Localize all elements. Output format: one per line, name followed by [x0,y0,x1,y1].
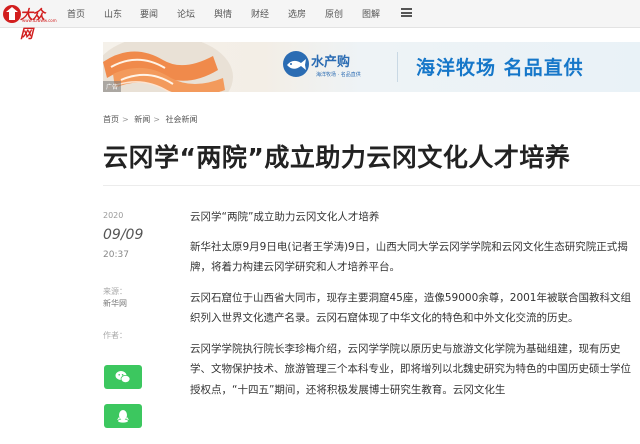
article-paragraph: 云冈石窟位于山西省大同市，现存主要洞窟45座，造像59000余尊，2001年被联… [190,291,631,325]
breadcrumb-separator: > [153,115,160,124]
breadcrumb: 首页 > 新闻 > 社会新闻 [103,114,201,125]
logo-icon [3,5,21,23]
nav-housing[interactable]: 选房 [288,7,306,20]
nav-forum[interactable]: 论坛 [177,7,195,20]
article-title: 云冈学“两院”成立助力云冈文化人才培养 [103,143,571,172]
ad-brand: 水产购 [311,55,351,70]
fish-logo-icon [283,51,309,77]
article-body: 云冈学“两院”成立助力云冈文化人才培养 新华社太原9月9日电(记者王学涛)9日，… [190,207,640,410]
nav-home[interactable]: 首页 [67,7,85,20]
ad-brand-sub: 海洋牧场 · 名品直供 [316,72,361,78]
source-value: 新华网 [103,299,127,308]
nav-shandong[interactable]: 山东 [104,7,122,20]
ad-slogan: 海洋牧场 名品直供 [416,57,584,79]
salmon-food-image [103,42,233,92]
ad-divider [397,52,398,82]
article-paragraph: 云冈学“两院”成立助力云冈文化人才培养 [190,211,380,223]
title-divider [103,185,640,186]
qq-icon [117,410,129,423]
ad-tag: 广告 [103,81,122,92]
article-paragraph: 云冈学学院执行院长李珍梅介绍，云冈学学院以原历史与旅游文化学院为基础组建，现有历… [190,342,631,396]
publish-time: 20:37 [103,250,129,260]
nav-finance[interactable]: 财经 [251,7,269,20]
ad-banner[interactable]: 水产购 海洋牧场 · 名品直供 海洋牧场 名品直供 广告 [103,42,640,92]
article-paragraph: 新华社太原9月9日电(记者王学涛)9日，山西大同大学云冈学学院和云冈文化生态研究… [190,240,628,274]
nav-news[interactable]: 要闻 [140,7,158,20]
breadcrumb-home[interactable]: 首页 [103,115,119,124]
nav-graphics[interactable]: 图解 [362,7,380,20]
wechat-icon [115,371,131,383]
share-wechat-button[interactable] [104,365,142,389]
menu-icon[interactable] [401,8,412,17]
breadcrumb-news[interactable]: 新闻 [134,115,150,124]
author-label: 作者： [103,331,127,340]
source-label: 来源： [103,287,127,296]
share-qq-button[interactable] [104,404,142,428]
breadcrumb-separator: > [122,115,129,124]
nav-opinion[interactable]: 舆情 [214,7,232,20]
nav-original[interactable]: 原创 [325,7,343,20]
top-nav: 大众网 www.dzwww.com 首页 山东 要闻 论坛 舆情 财经 选房 原… [0,0,640,42]
logo-text: 大众网 [20,8,45,42]
publish-date: 09/09 [103,227,144,243]
site-logo[interactable]: 大众网 www.dzwww.com [2,3,57,42]
publish-year: 2020 [103,211,124,220]
breadcrumb-social-news[interactable]: 社会新闻 [166,115,198,124]
logo-subtext: www.dzwww.com [22,18,57,23]
